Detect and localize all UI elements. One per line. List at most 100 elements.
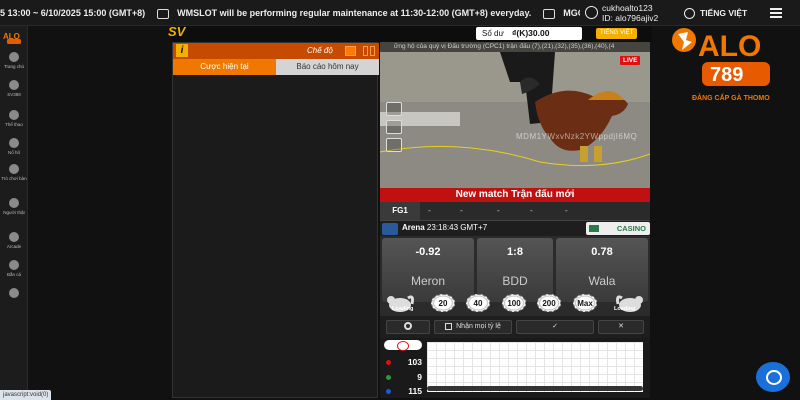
language-selector[interactable]: TIẾNG VIỆT bbox=[700, 8, 747, 18]
volume-icon[interactable] bbox=[386, 102, 402, 116]
meron-count: 103 bbox=[407, 357, 422, 367]
roadmap-area: 103 9 115 bbox=[380, 338, 650, 398]
draw-dot-icon bbox=[386, 375, 391, 380]
sidebar-item-arcade[interactable]: Arcade bbox=[0, 232, 28, 249]
meron-dot-icon bbox=[386, 360, 391, 365]
sidebar-item-label: Thể thao bbox=[5, 122, 23, 127]
logo-number: 789 bbox=[710, 64, 743, 86]
announcement-icon bbox=[157, 8, 170, 19]
fish-icon bbox=[9, 260, 19, 270]
browser-status-bar: javascript:void(0) bbox=[0, 390, 52, 400]
sidebar-item-sv388[interactable]: SV388 bbox=[0, 80, 28, 97]
mode-label: Chế độ bbox=[307, 46, 333, 55]
roadmap-toggle[interactable] bbox=[384, 340, 422, 351]
bet-draw[interactable]: 1:8 BDD bbox=[477, 238, 553, 302]
chip-100[interactable]: 100 bbox=[502, 294, 526, 312]
fullscreen-icon[interactable] bbox=[386, 138, 402, 152]
live-video[interactable]: ững hộ của quý vị Đấu trường (CPC1) trận… bbox=[380, 42, 650, 202]
bet-area: -0.92 Meron 1:8 BDD 0.78 Wala Loading Lo… bbox=[380, 236, 650, 316]
soccer-ball-icon bbox=[9, 110, 19, 120]
draw-odd: 1:8 bbox=[507, 246, 523, 258]
gear-icon bbox=[404, 322, 412, 331]
username: cukhoalto123 bbox=[602, 3, 653, 13]
tab-today-report[interactable]: Báo cáo hôm nay bbox=[276, 59, 379, 75]
sidebar-item-label: Bắn cá bbox=[6, 272, 21, 277]
sidebar-item-table-games[interactable]: Trò chơi bàn bbox=[0, 164, 28, 181]
settings-button[interactable] bbox=[386, 320, 430, 334]
loading-left: Loading bbox=[392, 306, 414, 312]
loading-right: Loading bbox=[614, 306, 636, 312]
cancel-button[interactable]: ✕ bbox=[598, 320, 644, 334]
user-id: ID: alo796ajiv2 bbox=[602, 13, 659, 23]
headset-icon bbox=[9, 288, 19, 298]
sidebar-item-label: Người thật bbox=[3, 210, 25, 215]
arena-bar: Arena 23:18:43 GMT+7 CASINO bbox=[380, 220, 650, 236]
marquee-text-1: 5 13:00 ~ 6/10/2025 15:00 (GMT+8) bbox=[0, 8, 146, 18]
fg-cell: - bbox=[428, 206, 431, 215]
marquee: 5 13:00 ~ 6/10/2025 15:00 (GMT+8) WMSLOT … bbox=[0, 0, 580, 26]
balance-box: Số dư ₫(K)30.00 bbox=[476, 27, 582, 40]
alo789-logo: ALO 789 ĐẲNG CẤP GÀ THOMO bbox=[672, 28, 770, 102]
home-icon bbox=[9, 52, 19, 62]
slot-icon bbox=[9, 138, 19, 148]
sidebar-item-sports[interactable]: Thể thao bbox=[0, 110, 28, 127]
sidebar-item-fishing[interactable]: Bắn cá bbox=[0, 260, 28, 277]
user-info[interactable]: cukhoalto123 ID: alo796ajiv2 bbox=[602, 3, 658, 23]
accept-all-odds-toggle[interactable]: Nhận mọi tỷ lệ bbox=[434, 320, 512, 334]
chat-support-button[interactable] bbox=[756, 362, 790, 392]
mode-single-button[interactable] bbox=[345, 46, 356, 56]
user-icon[interactable] bbox=[585, 6, 598, 19]
chip-200[interactable]: 200 bbox=[537, 294, 561, 312]
sidebar-item-home[interactable]: Trang chủ bbox=[0, 52, 28, 69]
wala-odd: 0.78 bbox=[591, 246, 613, 258]
globe-icon[interactable] bbox=[684, 8, 695, 19]
fg-cell: - bbox=[565, 206, 568, 215]
tab-current-bets[interactable]: Cược hiện tại bbox=[173, 59, 276, 75]
fight-history-row: FG1 - - - - - bbox=[380, 202, 650, 220]
arena-name: Arena bbox=[402, 223, 425, 232]
arena-time: 23:18:43 GMT+7 bbox=[426, 223, 488, 232]
sidebar-item-label: Nổ hũ bbox=[7, 150, 20, 155]
accept-all-odds-label: Nhận mọi tỷ lệ bbox=[456, 323, 501, 330]
info-button[interactable]: i bbox=[176, 44, 188, 57]
wala-label: Wala bbox=[588, 274, 616, 288]
casino-button[interactable]: CASINO bbox=[586, 222, 650, 235]
mode-split-button[interactable] bbox=[363, 46, 368, 56]
logo-tagline: ĐẲNG CẤP GÀ THOMO bbox=[692, 92, 770, 102]
chip-20[interactable]: 20 bbox=[431, 294, 455, 312]
balance-value: ₫(K)30.00 bbox=[512, 28, 550, 38]
screen-mode-icon[interactable] bbox=[386, 120, 402, 134]
marquee-text-2: WMSLOT will be performing regular mainte… bbox=[177, 8, 532, 18]
wala-count: 115 bbox=[408, 386, 422, 396]
confirm-button[interactable]: ✓ bbox=[516, 320, 594, 334]
balance-label: Số dư bbox=[482, 29, 504, 38]
panel-tabs: Cược hiện tại Báo cáo hôm nay bbox=[173, 59, 379, 75]
panel-header: i Chế độ bbox=[173, 43, 379, 59]
chip-max[interactable]: Max bbox=[573, 294, 597, 312]
checkbox[interactable] bbox=[445, 322, 453, 330]
sv388-badge-icon bbox=[382, 223, 398, 235]
arena-info: Arena 23:18:43 GMT+7 bbox=[402, 223, 487, 232]
action-row: Nhận mọi tỷ lệ ✓ ✕ bbox=[380, 316, 650, 338]
sidebar-alo-logo[interactable]: ALO bbox=[3, 30, 25, 44]
mode-split-button[interactable] bbox=[370, 46, 375, 56]
sidebar-item-slots[interactable]: Nổ hũ bbox=[0, 138, 28, 155]
sidebar-item-label: Trang chủ bbox=[3, 64, 25, 69]
sidebar-item-live[interactable]: Người thật bbox=[0, 198, 28, 215]
draw-label: BDD bbox=[502, 274, 528, 288]
fg-cell: - bbox=[460, 206, 463, 215]
video-ticker: ững hộ của quý vị Đấu trường (CPC1) trận… bbox=[380, 42, 650, 52]
video-frame bbox=[380, 42, 650, 202]
meron-odd: -0.92 bbox=[415, 246, 441, 258]
hamburger-menu-icon[interactable] bbox=[770, 8, 782, 18]
marquee-text-3: MGGAMIN bbox=[563, 8, 580, 18]
chip-40[interactable]: 40 bbox=[466, 294, 490, 312]
sidebar-item-label: Trò chơi bàn bbox=[1, 176, 27, 181]
cards-icon bbox=[9, 164, 19, 174]
roadmap-scrollbar[interactable] bbox=[427, 386, 643, 391]
wala-dot-icon bbox=[386, 389, 391, 394]
announcement-icon bbox=[543, 8, 556, 19]
sidebar-item-support[interactable] bbox=[0, 288, 28, 300]
video-watermark: MDM1YWxvNzk2YWppdjI6MQ bbox=[516, 132, 638, 141]
game-language-button[interactable]: TIẾNG VIỆT bbox=[596, 28, 638, 39]
